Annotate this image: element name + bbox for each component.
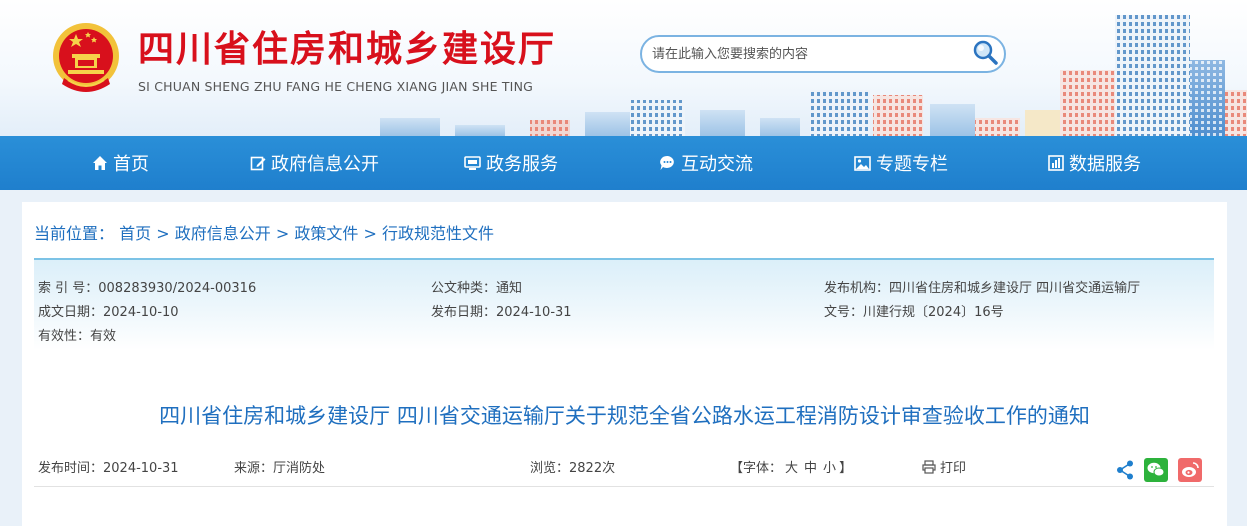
breadcrumb-label: 当前位置： [34,224,115,243]
breadcrumb-item-home[interactable]: 首页 [119,224,151,243]
breadcrumb-separator: > [156,224,170,243]
breadcrumb: 当前位置： 首页 > 政府信息公开 > 政策文件 > 行政规范性文件 [34,220,494,244]
service-icon [464,156,481,170]
publish-time: 发布时间：2024-10-31 [38,461,179,476]
site-title: 四川省住房和城乡建设厅 [138,29,557,70]
nav-item-special-topics[interactable]: 专题专栏 [854,136,948,190]
font-size-large[interactable]: 大 [785,461,798,476]
chat-icon [660,155,674,170]
font-size-control: 【字体：大中小】 [730,457,852,476]
meta-publish-date: 发布日期：2024-10-31 [431,305,572,320]
nav-item-interaction[interactable]: 互动交流 [659,136,753,190]
nav-item-data-service[interactable]: 数据服务 [1048,136,1141,190]
content-panel: 当前位置： 首页 > 政府信息公开 > 政策文件 > 行政规范性文件 索 引 号… [22,202,1227,526]
image-icon [854,155,871,171]
search-icon[interactable] [970,38,1000,68]
meta-issuing-agency: 发布机构：四川省住房和城乡建设厅 四川省交通运输厅 [824,281,1141,296]
main-nav: 首页 政府信息公开 政务服务 互动交流 专题专栏 数据服务 [0,136,1247,190]
breadcrumb-item-policy-docs[interactable]: 政策文件 [294,224,358,243]
meta-index-number: 索 引 号：008283930/2024-00316 [38,281,257,296]
font-size-small[interactable]: 小 [823,461,836,476]
print-button[interactable]: 打印 [922,457,966,476]
nav-label: 首页 [113,154,149,175]
nav-label: 专题专栏 [876,154,948,175]
view-count: 浏览：2822次 [530,461,616,476]
document-metadata: 索 引 号：008283930/2024-00316 公文种类：通知 发布机构：… [34,258,1214,350]
article-source: 来源：厅消防处 [234,461,326,476]
font-size-suffix: 】 [839,461,853,476]
search-input[interactable] [652,43,972,65]
national-emblem-logo [50,20,122,98]
meta-created-date: 成文日期：2024-10-10 [38,305,179,320]
site-subtitle: SI CHUAN SHENG ZHU FANG HE CHENG XIANG J… [138,79,534,94]
print-label: 打印 [940,461,967,476]
nav-item-gov-service[interactable]: 政务服务 [464,136,558,190]
breadcrumb-separator: > [363,224,377,243]
weibo-icon[interactable] [1178,458,1202,486]
printer-icon [922,459,936,474]
nav-label: 政务服务 [486,154,558,175]
font-size-medium[interactable]: 中 [804,461,817,476]
share-icon[interactable] [1116,460,1134,484]
nav-item-gov-info[interactable]: 政府信息公开 [250,136,379,190]
wechat-icon[interactable] [1144,458,1168,486]
site-header: 四川省住房和城乡建设厅 SI CHUAN SHENG ZHU FANG HE C… [0,0,1247,136]
font-size-prefix: 【字体： [730,461,783,476]
nav-label: 互动交流 [681,154,753,175]
nav-label: 政府信息公开 [271,154,379,175]
meta-document-number: 文号：川建行规〔2024〕16号 [824,305,1004,320]
meta-document-type: 公文种类：通知 [431,281,523,296]
nav-label: 数据服务 [1069,154,1141,175]
search-box [640,35,1006,73]
breadcrumb-separator: > [275,224,290,243]
home-icon [93,156,107,170]
nav-item-home[interactable]: 首页 [92,136,149,190]
meta-validity: 有效性：有效 [38,329,117,344]
breadcrumb-item-gov-info[interactable]: 政府信息公开 [175,224,271,243]
divider [34,486,1214,487]
article-title: 四川省住房和城乡建设厅 四川省交通运输厅关于规范全省公路水运工程消防设计审查验收… [159,404,1090,428]
data-icon [1048,155,1064,171]
edit-icon [250,156,266,171]
breadcrumb-item-normative-docs[interactable]: 行政规范性文件 [382,224,494,243]
